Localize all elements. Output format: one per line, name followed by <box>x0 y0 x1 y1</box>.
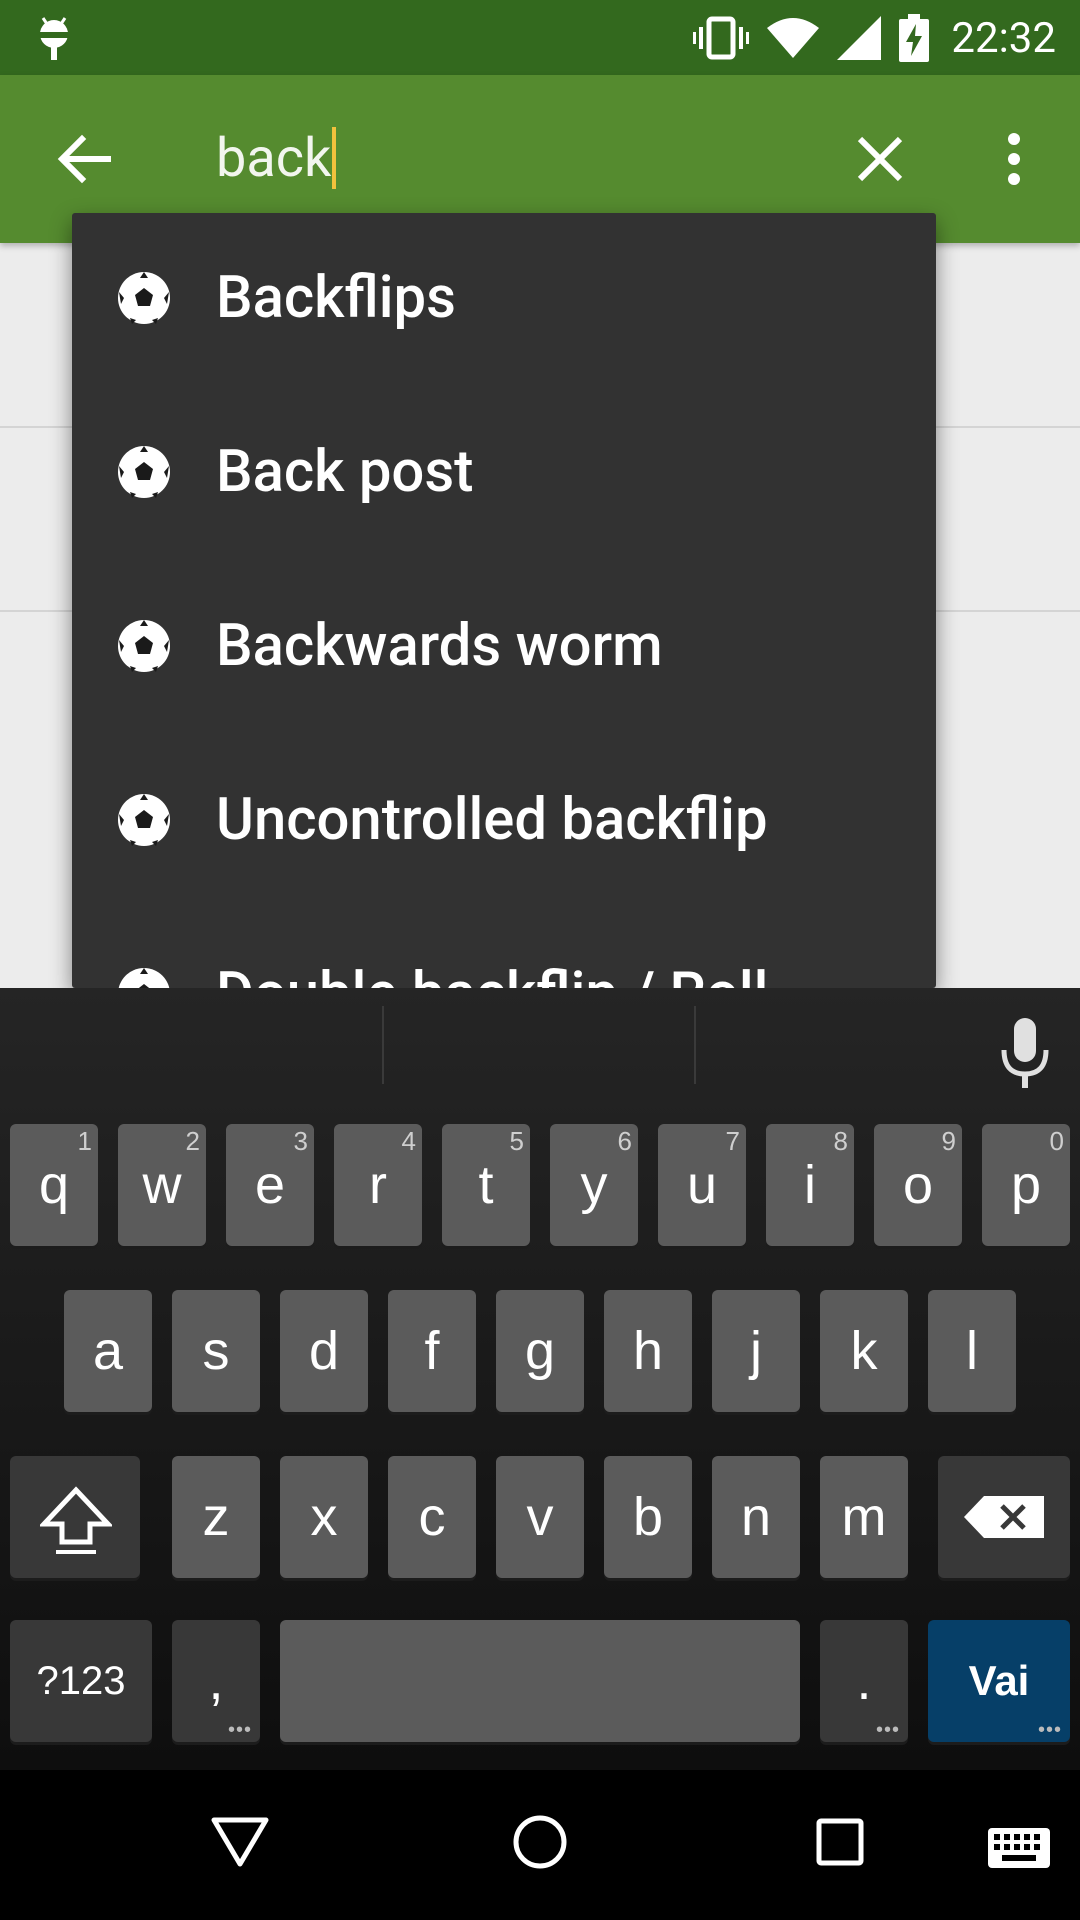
key-p[interactable]: p0 <box>982 1124 1070 1246</box>
key-o[interactable]: o9 <box>874 1124 962 1246</box>
key-z[interactable]: z <box>172 1456 260 1578</box>
nav-back-icon[interactable] <box>210 1816 270 1868</box>
long-press-dots: ••• <box>875 1719 900 1741</box>
key-q[interactable]: q1 <box>10 1124 98 1246</box>
keyboard-switch-icon[interactable] <box>988 1828 1050 1868</box>
nav-home-icon[interactable] <box>512 1814 568 1870</box>
key-r[interactable]: r4 <box>334 1124 422 1246</box>
more-vert-icon[interactable] <box>990 131 1038 187</box>
soccer-ball-icon <box>118 794 170 846</box>
key-n[interactable]: n <box>712 1456 800 1578</box>
search-input[interactable]: back <box>216 127 337 191</box>
wifi-icon <box>767 18 820 58</box>
microphone-icon[interactable] <box>998 1018 1052 1090</box>
key-x[interactable]: x <box>280 1456 368 1578</box>
suggestion-label: Back post <box>216 438 474 506</box>
key-g[interactable]: g <box>496 1290 584 1412</box>
go-action-key[interactable]: Vai ••• <box>928 1620 1070 1742</box>
period-key[interactable]: . ••• <box>820 1620 908 1742</box>
long-press-dots: ••• <box>1037 1719 1062 1741</box>
clock: 22:32 <box>951 13 1056 63</box>
symbols-key[interactable]: ?123 <box>10 1620 152 1742</box>
key-e[interactable]: e3 <box>226 1124 314 1246</box>
key-f[interactable]: f <box>388 1290 476 1412</box>
vibrate-icon <box>693 16 750 60</box>
keyboard-suggestion-strip <box>0 988 1080 1100</box>
suggestion-label: Backflips <box>216 264 456 332</box>
key-w[interactable]: w2 <box>118 1124 206 1246</box>
suggestion-item[interactable]: Back post <box>72 387 936 561</box>
space-key[interactable] <box>280 1620 800 1742</box>
suggestion-label: Uncontrolled backflip <box>216 786 768 854</box>
key-l[interactable]: l <box>928 1290 1016 1412</box>
strip-divider <box>694 1006 696 1084</box>
soccer-ball-icon <box>118 968 170 988</box>
status-bar: 22:32 <box>0 0 1080 75</box>
key-j[interactable]: j <box>712 1290 800 1412</box>
shift-key[interactable] <box>10 1456 140 1578</box>
text-cursor <box>332 127 337 189</box>
key-a[interactable]: a <box>64 1290 152 1412</box>
soccer-ball-icon <box>118 620 170 672</box>
key-b[interactable]: b <box>604 1456 692 1578</box>
battery-charging-icon <box>899 14 930 62</box>
cell-signal-icon <box>837 16 882 60</box>
key-i[interactable]: i8 <box>766 1124 854 1246</box>
suggestion-item[interactable]: Backwards worm <box>72 561 936 735</box>
android-debug-icon <box>38 17 70 60</box>
suggestion-label: Double backflip / Roll <box>216 959 768 988</box>
key-v[interactable]: v <box>496 1456 584 1578</box>
soft-keyboard: q1 w2 e3 r4 t5 y6 u7 i8 o9 p0 a s d f g … <box>0 988 1080 1770</box>
shift-icon <box>40 1486 112 1554</box>
system-navigation-bar <box>0 1770 1080 1920</box>
soccer-ball-icon <box>118 272 170 324</box>
comma-key[interactable]: , ••• <box>172 1620 260 1742</box>
nav-recents-icon[interactable] <box>816 1818 864 1866</box>
suggestion-item[interactable]: Uncontrolled backflip <box>72 735 936 909</box>
suggestion-item[interactable]: Double backflip / Roll <box>72 909 936 988</box>
search-query-text: back <box>216 127 332 190</box>
backspace-key[interactable] <box>938 1456 1070 1578</box>
key-c[interactable]: c <box>388 1456 476 1578</box>
key-m[interactable]: m <box>820 1456 908 1578</box>
clear-icon[interactable] <box>852 131 908 187</box>
key-y[interactable]: y6 <box>550 1124 638 1246</box>
key-k[interactable]: k <box>820 1290 908 1412</box>
search-suggestions-dropdown: Backflips Back post Backwards worm Uncon… <box>72 213 936 988</box>
soccer-ball-icon <box>118 446 170 498</box>
key-u[interactable]: u7 <box>658 1124 746 1246</box>
backspace-icon <box>964 1496 1044 1538</box>
back-arrow-icon[interactable] <box>50 125 118 193</box>
suggestion-item[interactable]: Backflips <box>72 213 936 387</box>
long-press-dots: ••• <box>227 1719 252 1741</box>
key-d[interactable]: d <box>280 1290 368 1412</box>
strip-divider <box>382 1006 384 1084</box>
suggestion-label: Backwards worm <box>216 612 663 680</box>
key-s[interactable]: s <box>172 1290 260 1412</box>
key-t[interactable]: t5 <box>442 1124 530 1246</box>
key-h[interactable]: h <box>604 1290 692 1412</box>
